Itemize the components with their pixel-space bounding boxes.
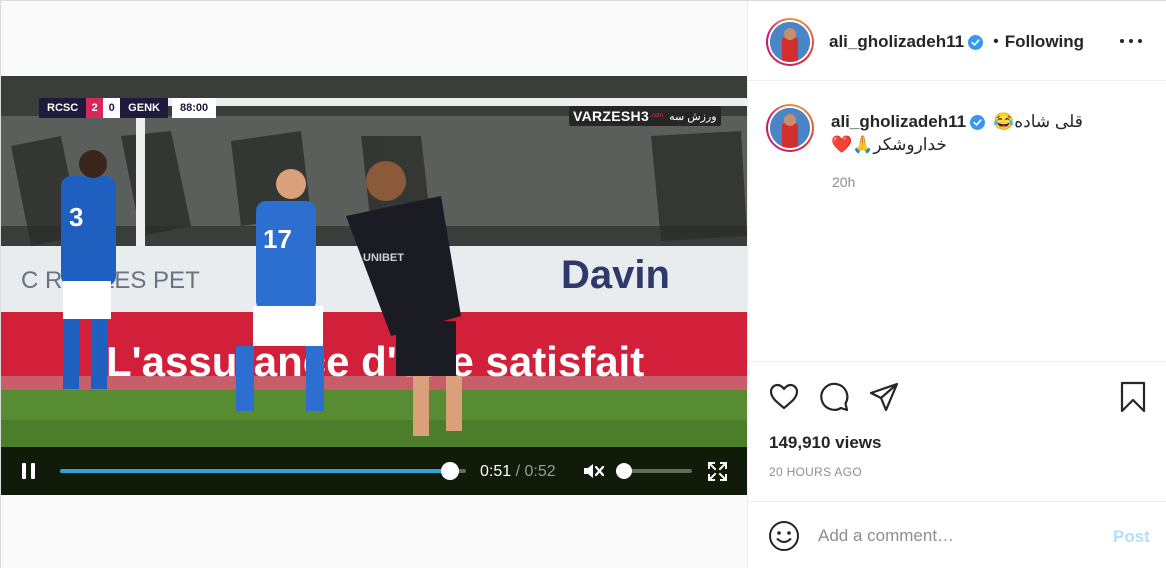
svg-text:3: 3 bbox=[69, 202, 83, 232]
seek-progress bbox=[60, 469, 450, 473]
home-score: 2 bbox=[86, 98, 104, 118]
caption-timestamp[interactable]: 20h bbox=[832, 174, 855, 190]
media-column: Davin C RES LES PET L'assurance d'être s… bbox=[1, 1, 748, 568]
avatar-image bbox=[770, 22, 810, 62]
bookmark-icon[interactable] bbox=[1117, 381, 1149, 413]
watermark-main: VARZESH3 bbox=[573, 108, 650, 124]
action-bar bbox=[748, 371, 1166, 421]
duration: 0:52 bbox=[524, 463, 556, 480]
svg-text:Davin: Davin bbox=[561, 253, 670, 297]
seek-handle[interactable] bbox=[440, 462, 459, 480]
comment-input[interactable] bbox=[818, 522, 1098, 550]
watermark-sub: .com bbox=[650, 113, 664, 119]
svg-text:UNIBET: UNIBET bbox=[363, 252, 404, 264]
mute-icon[interactable] bbox=[583, 461, 605, 481]
header-separator: • bbox=[993, 33, 999, 50]
avatar[interactable] bbox=[766, 18, 814, 66]
header-user: ali_gholizadeh11 • Following bbox=[829, 32, 1084, 52]
share-icon[interactable] bbox=[868, 381, 900, 413]
caption: ali_gholizadeh11 قلی شاده😂 ❤️🙏خداروشکر 2… bbox=[748, 82, 1166, 362]
caption-avatar[interactable] bbox=[766, 104, 814, 152]
caption-line-1: ali_gholizadeh11 قلی شاده😂 bbox=[831, 112, 1083, 132]
post-container: Davin C RES LES PET L'assurance d'être s… bbox=[0, 0, 1166, 568]
view-count[interactable]: 149,910 views bbox=[769, 433, 881, 453]
time-display: 0:51 / 0:52 bbox=[480, 463, 556, 481]
post-comment-button[interactable]: Post bbox=[1113, 527, 1150, 547]
volume-slider[interactable] bbox=[616, 463, 692, 479]
following-button[interactable]: Following bbox=[1005, 32, 1084, 52]
broadcaster-watermark: VARZESH3 .com ورزش سه bbox=[569, 106, 721, 126]
comment-bar: Post bbox=[748, 501, 1166, 568]
caption-username[interactable]: ali_gholizadeh11 bbox=[831, 112, 966, 132]
more-options-icon[interactable] bbox=[1120, 31, 1142, 51]
seek-bar[interactable] bbox=[60, 462, 466, 480]
watermark-farsi: ورزش سه bbox=[669, 110, 717, 123]
posted-time[interactable]: 20 HOURS AGO bbox=[769, 465, 862, 479]
post-sidebar: ali_gholizadeh11 • Following ali_gholiza… bbox=[748, 1, 1166, 568]
emoji-icon[interactable] bbox=[768, 520, 800, 552]
caption-text-1: قلی شاده😂 bbox=[993, 112, 1083, 131]
volume-handle[interactable] bbox=[616, 463, 632, 479]
svg-text:17: 17 bbox=[263, 224, 292, 254]
away-team: GENK bbox=[120, 98, 168, 118]
home-team: RCSC bbox=[39, 98, 87, 118]
verified-badge-icon bbox=[968, 34, 984, 50]
pause-button[interactable] bbox=[21, 463, 37, 479]
verified-badge-icon bbox=[970, 114, 986, 130]
video-controls: 0:51 / 0:52 bbox=[1, 447, 747, 495]
away-score: 0 bbox=[103, 98, 121, 118]
time-separator: / bbox=[515, 463, 521, 480]
current-time: 0:51 bbox=[480, 463, 512, 480]
match-clock: 88:00 bbox=[171, 98, 217, 118]
scoreboard: RCSC 2 0 GENK 88:00 bbox=[39, 98, 217, 118]
pause-icon bbox=[22, 463, 26, 479]
comment-icon[interactable] bbox=[818, 381, 850, 413]
header-username[interactable]: ali_gholizadeh11 bbox=[829, 32, 964, 52]
video-player[interactable]: Davin C RES LES PET L'assurance d'être s… bbox=[1, 76, 747, 495]
caption-avatar-image bbox=[770, 108, 810, 148]
heart-icon[interactable] bbox=[768, 381, 800, 413]
fullscreen-icon[interactable] bbox=[708, 462, 727, 481]
post-header: ali_gholizadeh11 • Following bbox=[748, 1, 1166, 81]
caption-text-2: ❤️🙏خداروشکر bbox=[831, 135, 947, 154]
video-frame: Davin C RES LES PET L'assurance d'être s… bbox=[1, 76, 747, 495]
